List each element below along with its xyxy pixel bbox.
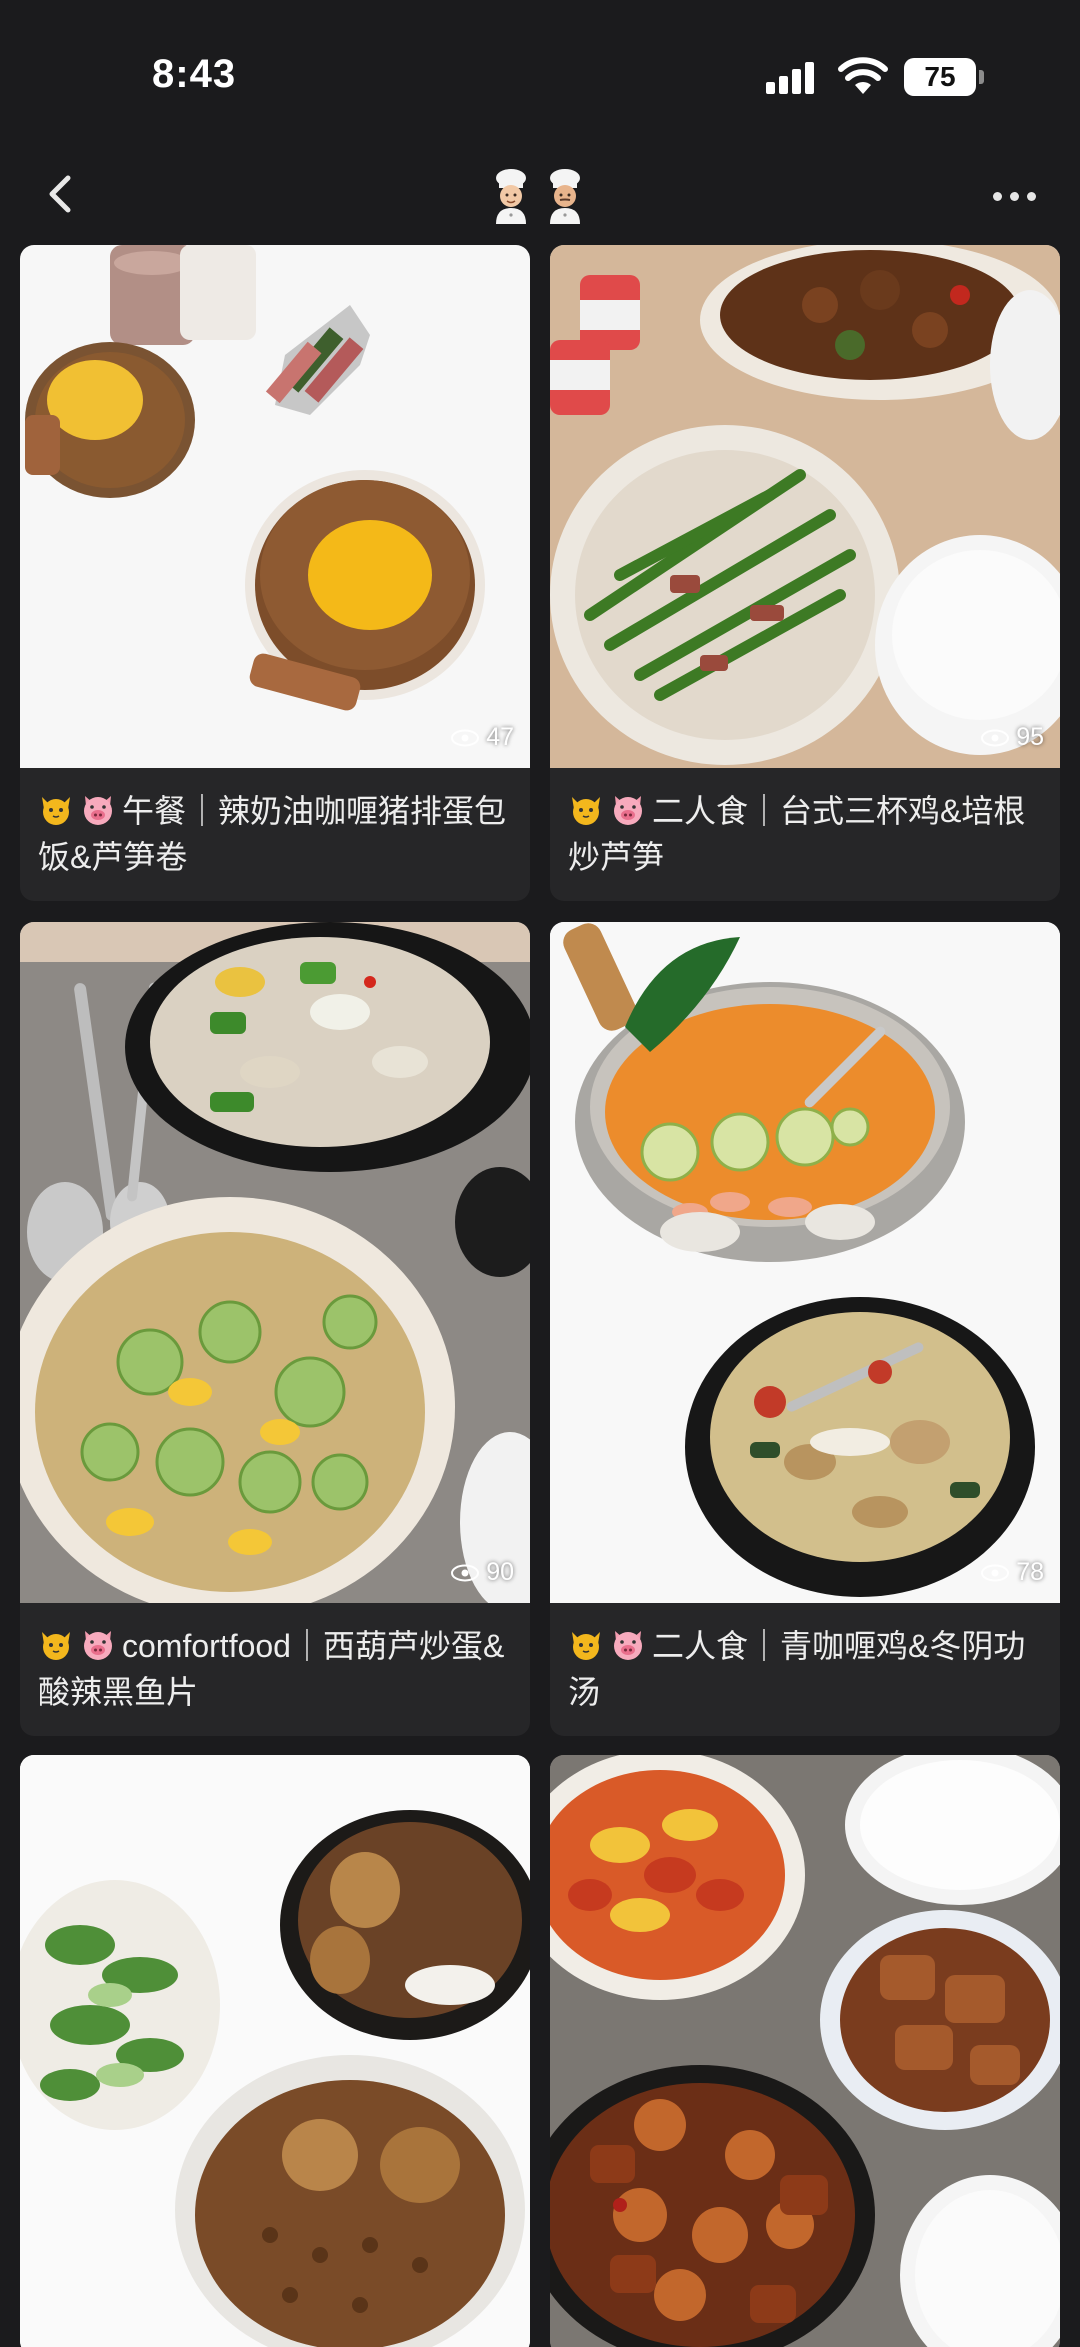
view-count: 47 <box>450 723 514 752</box>
post-caption[interactable]: 午餐｜辣奶油咖喱猪排蛋包饭&芦笋卷 <box>20 768 530 901</box>
post-card[interactable]: 47 午餐｜辣奶油咖喱猪排蛋包饭&芦笋卷 <box>20 245 530 901</box>
eye-icon <box>451 1564 480 1581</box>
post-card[interactable] <box>550 1755 1060 2347</box>
curry-omelette-rice-photo <box>25 245 485 711</box>
post-card[interactable]: 95 二人食｜台式三杯鸡&培根炒芦笋 <box>550 245 1060 901</box>
post-caption[interactable]: comfortfood｜西葫芦炒蛋&酸辣黑鱼片 <box>20 1603 530 1736</box>
post-image[interactable] <box>550 1755 1060 2347</box>
post-caption[interactable]: 二人食｜青咖喱鸡&冬阴功汤 <box>550 1603 1060 1736</box>
cat-emoji-icon <box>42 797 70 825</box>
post-card[interactable]: 78 二人食｜青咖喱鸡&冬阴功汤 <box>550 922 1060 1736</box>
nav-bar <box>0 150 1080 245</box>
braised-pork-eggs-tomato-photo <box>550 1755 1060 2347</box>
view-count-value: 47 <box>486 723 514 751</box>
post-image[interactable]: 90 <box>20 922 530 1603</box>
cat-emoji-icon <box>572 797 600 825</box>
eye-icon <box>451 729 480 746</box>
view-count: 78 <box>980 1558 1044 1587</box>
eye-icon <box>981 729 1010 746</box>
wifi-icon <box>838 57 888 94</box>
zucchini-egg-fish-photo <box>20 922 530 1603</box>
cook-emoji-icon <box>550 169 580 224</box>
post-image[interactable]: 78 <box>550 922 1060 1603</box>
braised-pork-rice-photo <box>20 1755 530 2347</box>
back-button[interactable] <box>32 164 92 224</box>
post-card[interactable] <box>20 1755 530 2347</box>
nav-title <box>488 166 592 226</box>
pig-emoji-icon <box>84 1631 112 1660</box>
pig-emoji-icon <box>614 796 642 825</box>
status-time: 8:43 <box>152 52 237 96</box>
cat-emoji-icon <box>42 1632 70 1660</box>
battery-indicator: 75 <box>904 58 984 96</box>
post-image[interactable]: 95 <box>550 245 1060 768</box>
cellular-signal-icon <box>766 60 822 94</box>
more-options-button[interactable] <box>982 176 1046 216</box>
cook-emoji-icon <box>496 169 526 224</box>
post-caption[interactable]: 二人食｜台式三杯鸡&培根炒芦笋 <box>550 768 1060 901</box>
view-count-value: 90 <box>486 1558 514 1586</box>
view-count-value: 95 <box>1016 723 1044 751</box>
recipe-feed: 47 午餐｜辣奶油咖喱猪排蛋包饭&芦笋卷 95 二人食｜台式三杯鸡&培根炒芦笋 … <box>0 245 1080 2347</box>
post-card[interactable]: 90 comfortfood｜西葫芦炒蛋&酸辣黑鱼片 <box>20 922 530 1736</box>
post-image[interactable]: 47 <box>20 245 530 768</box>
view-count-value: 78 <box>1016 1558 1044 1586</box>
pig-emoji-icon <box>84 796 112 825</box>
cat-emoji-icon <box>572 1632 600 1660</box>
view-count: 95 <box>980 723 1044 752</box>
view-count: 90 <box>450 1558 514 1587</box>
pig-emoji-icon <box>614 1631 642 1660</box>
eye-icon <box>981 1564 1010 1581</box>
three-cup-chicken-photo <box>550 245 1060 768</box>
post-image[interactable] <box>20 1755 530 2347</box>
green-curry-tomyum-photo <box>550 922 1060 1603</box>
status-bar: 8:43 75 <box>0 0 1080 150</box>
